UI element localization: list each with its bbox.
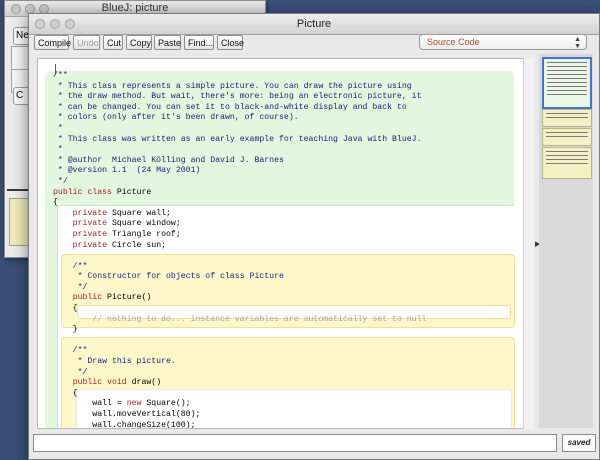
editor-scrollbar[interactable] [523,58,534,429]
code-line: private Triangle roof; [72,229,181,239]
view-selector-dropdown[interactable]: Source Code ▲ ▼ [419,34,587,50]
code-line: public Picture() [72,293,152,303]
code-line: * [53,123,63,133]
code-line: wall = new Square(); [53,399,191,409]
code-line: * colors (only after it's been drawn, of… [53,113,299,123]
code-line: * This class represents a simple picture… [53,81,412,91]
code-line: } [53,325,78,335]
back-close-icon[interactable] [11,4,21,14]
paste-button[interactable]: Paste [154,35,181,50]
window-controls [35,19,75,29]
code-line: public void draw() [72,378,162,388]
code-line: private Square window; [72,219,181,229]
close-icon[interactable] [35,19,45,29]
code-line: * can be changed. You can set it to blac… [53,102,407,112]
cut-button[interactable]: Cut [103,35,123,50]
zoom-icon[interactable] [65,19,75,29]
code-line: /** [53,71,68,80]
code-line: /** [53,346,88,356]
code-line: * Draw this picture. [53,357,176,367]
nav-thumb[interactable] [542,147,592,179]
code-line: * Constructor for objects of class Pictu… [53,272,284,282]
titlebar: Picture [29,14,599,35]
nav-thumb[interactable] [542,109,592,127]
find-button[interactable]: Find... [184,35,214,50]
code-line: * [53,145,63,155]
code-line: */ [53,282,88,292]
nav-thumb[interactable] [542,128,592,146]
code-line: * the draw method. But wait, there's mor… [53,92,422,102]
undo-button[interactable]: Undo [73,35,100,50]
code-line: public class Picture [53,187,152,197]
window-title: Picture [296,18,332,30]
code-line: * This class was written as an early exa… [53,134,422,144]
close-button[interactable]: Close [217,35,244,50]
code-line: { [53,304,78,314]
navigation-view[interactable] [539,54,593,428]
view-selector-value: Source Code [427,37,480,47]
code-line: * @version 1.1 (24 May 2001) [53,166,201,176]
code-line: wall.moveVertical(80); [53,410,201,419]
code-line: // nothing to do... instance variables a… [53,314,427,324]
code-line: private Circle sun; [72,240,167,250]
compile-button[interactable]: Compile [34,35,71,50]
code-line: private Square wall; [72,208,171,218]
code-line: { [53,388,78,398]
code-line: /** [53,261,88,271]
code-text[interactable]: /** * This class represents a simple pic… [53,71,427,429]
code-line: */ [53,176,68,186]
saved-indicator: saved [562,434,596,452]
code-line: wall.changeSize(100); [53,420,196,429]
code-line: */ [53,367,88,377]
updown-arrows-icon: ▲ ▼ [574,36,581,50]
source-editor[interactable]: /** * This class represents a simple pic… [37,58,534,429]
copy-button[interactable]: Copy [126,35,152,50]
code-line: { [53,198,58,208]
status-message [33,434,557,452]
minimize-icon[interactable] [50,19,60,29]
nav-thumb-selected[interactable] [542,57,592,109]
editor-window: Picture Compile Undo Cut Copy Paste Find… [28,13,600,460]
code-line: * @author Michael Kölling and David J. B… [53,155,284,165]
